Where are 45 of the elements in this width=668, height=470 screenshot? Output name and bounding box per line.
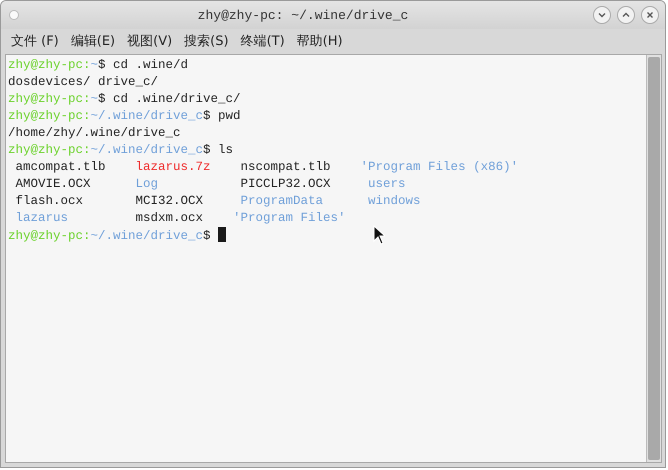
terminal-text: /home/zhy/.wine/drive_c	[8, 126, 181, 140]
terminal-text: dosdevices/ drive_c/	[8, 75, 158, 89]
window-title: zhy@zhy-pc: ~/.wine/drive_c	[196, 8, 410, 22]
chevron-down-icon	[597, 10, 607, 20]
prompt-path: ~/.wine/drive_c	[90, 229, 204, 243]
menu-item[interactable]: 搜索(S)	[184, 32, 229, 50]
menu-item[interactable]: 帮助(H)	[296, 32, 343, 50]
minimize-button[interactable]	[593, 6, 611, 24]
prompt-user: zhy@zhy-pc:	[8, 58, 91, 72]
mouse-pointer-icon	[373, 225, 385, 245]
prompt-path: ~/.wine/drive_c	[90, 109, 204, 123]
menu-item[interactable]: 终端(T)	[240, 32, 285, 50]
file-name: amcompat.tlb	[16, 159, 107, 176]
terminal-text: $ pwd	[203, 109, 241, 123]
menu-item[interactable]: 文件 (F)	[11, 32, 59, 50]
file-name: flash.ocx	[16, 193, 84, 210]
file-name: ProgramData	[240, 193, 324, 210]
maximize-button[interactable]	[617, 6, 635, 24]
prompt-user: zhy@zhy-pc:	[8, 92, 91, 106]
menu-item[interactable]: 编辑(E)	[70, 32, 116, 50]
terminal-text: $ cd .wine/drive_c/	[98, 92, 241, 106]
window-dot-icon	[9, 10, 19, 20]
file-name: lazarus.7z	[136, 159, 212, 176]
text-cursor	[218, 227, 226, 242]
prompt-path: ~	[90, 92, 98, 106]
terminal-text: $ cd .wine/d	[98, 58, 188, 72]
file-name: AMOVIE.OCX	[16, 176, 92, 193]
menu-item[interactable]: 视图(V)	[127, 32, 172, 50]
file-name: MCI32.OCX	[136, 193, 204, 210]
file-name: users	[368, 176, 407, 193]
prompt-path: ~	[90, 58, 98, 72]
file-name: PICCLP32.OCX	[240, 176, 332, 193]
prompt-path: ~/.wine/drive_c	[90, 143, 204, 157]
terminal-text: $	[203, 229, 212, 243]
close-icon	[645, 10, 655, 20]
file-name: windows	[368, 193, 422, 210]
terminal-text: $ ls	[203, 143, 234, 157]
file-name: 'Program Files'	[233, 210, 347, 227]
file-name: 'Program Files (x86)'	[360, 159, 520, 176]
close-button[interactable]	[641, 6, 659, 24]
prompt-user: zhy@zhy-pc:	[8, 109, 91, 123]
prompt-user: zhy@zhy-pc:	[8, 229, 91, 243]
file-name: lazarus	[16, 210, 70, 227]
prompt-user: zhy@zhy-pc:	[8, 143, 91, 157]
file-name: Log	[136, 176, 160, 193]
